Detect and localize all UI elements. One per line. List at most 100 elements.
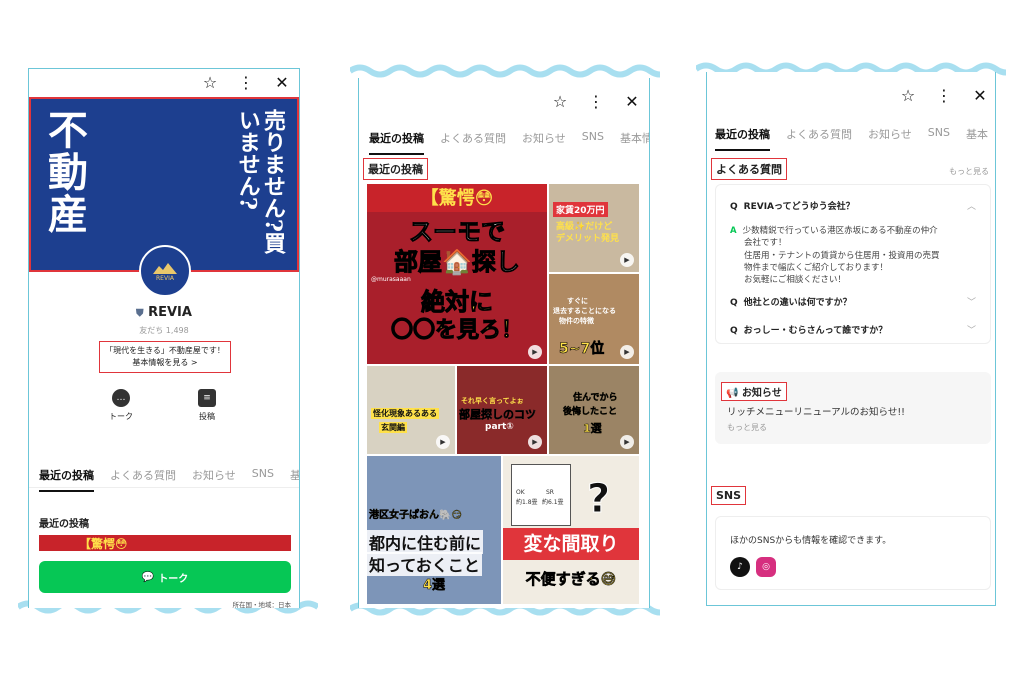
answer-line: お気軽にご相談ください！ bbox=[744, 275, 846, 286]
tile-caption: 怪化現象あるある bbox=[371, 408, 439, 419]
plan-label: OK bbox=[516, 489, 525, 496]
post-tile[interactable]: 家賃20万円 高級✨だけど デメリット発見 ▶ bbox=[549, 184, 639, 272]
post-thumbnail-preview[interactable]: 【驚愕😳 bbox=[39, 535, 291, 551]
news-item[interactable]: リッチメニューリニューアルのお知らせ!! bbox=[727, 404, 905, 418]
talk-button-label: トーク bbox=[158, 573, 189, 585]
faq-question[interactable]: Q REVIAってどうゆう会社？ bbox=[730, 199, 855, 212]
post-tile[interactable]: 怪化現象あるある 玄関編 ▶ bbox=[367, 366, 455, 454]
faq-more-link[interactable]: もっと見る bbox=[949, 166, 989, 177]
phone-profile: ☆ ⋮ ✕ 不動産 売りません?買いません? REVIA ⛊ REVIA 友だち… bbox=[28, 68, 300, 608]
post-tile[interactable]: 港区女子ぱおん🐘😏 都内に住む前に 知っておくこと 4選 bbox=[367, 456, 501, 604]
chevron-up-icon[interactable]: ︿ bbox=[967, 199, 976, 212]
tiktok-icon[interactable]: ♪ bbox=[730, 557, 750, 577]
tab-faq[interactable]: よくある質問 bbox=[786, 126, 852, 142]
tab-basic[interactable]: 基本情 bbox=[290, 467, 299, 483]
tile-caption: すぐに bbox=[567, 297, 588, 305]
chevron-down-icon[interactable]: ﹀ bbox=[967, 295, 976, 308]
tab-faq[interactable]: よくある質問 bbox=[440, 130, 506, 146]
post-tile[interactable]: 住んでから 後悔したこと 1選 ▶ bbox=[549, 366, 639, 454]
tile-caption: 5~7位 bbox=[559, 341, 605, 358]
star-icon[interactable]: ☆ bbox=[201, 73, 219, 92]
profile-description[interactable]: 「現代を生きる」不動産屋です！ 基本情報を見る > bbox=[99, 341, 231, 373]
faq-card: Q REVIAってどうゆう会社？ ︿ A 少数精鋭で行っている港区赤坂にある不動産の… bbox=[715, 184, 991, 344]
news-card[interactable]: 📢 お知らせ リッチメニューリニューアルのお知らせ!! もっと見る bbox=[715, 372, 991, 444]
faq-question[interactable]: Q 他社との違いは何ですか？ bbox=[730, 295, 852, 308]
plan-label: 約6.1畳 bbox=[542, 499, 564, 506]
tile-caption: 退去することになる bbox=[553, 307, 616, 315]
building-logo-icon bbox=[153, 262, 177, 274]
tile-caption: 家賃20万円 bbox=[553, 202, 608, 217]
profile-name: ⛊ REVIA bbox=[29, 305, 299, 320]
tile-handle: @murasaaan bbox=[371, 276, 411, 283]
q-mark: Q bbox=[730, 202, 738, 212]
news-title-text: お知らせ bbox=[741, 388, 782, 399]
basic-info-link[interactable]: 基本情報を見る > bbox=[100, 357, 230, 369]
post-tile[interactable]: OK 約1.8畳 SR 約6.1畳 ? 変な間取り 不便すぎる😅 bbox=[503, 456, 639, 604]
star-icon[interactable]: ☆ bbox=[551, 92, 569, 111]
answer-line: 住居用・テナントの賃貸から住居用・投資用の売買 bbox=[744, 250, 940, 261]
top-actions: ☆ ⋮ ✕ bbox=[899, 86, 989, 105]
wave-top-2 bbox=[350, 64, 660, 78]
close-icon[interactable]: ✕ bbox=[273, 73, 291, 92]
tile-caption: ? bbox=[586, 476, 611, 523]
tab-news[interactable]: お知らせ bbox=[522, 130, 566, 146]
tile-caption: デメリット発見 bbox=[556, 234, 620, 244]
answer-line: 少数精鋭で行っている港区赤坂にある不動産の仲介 bbox=[742, 226, 938, 236]
sns-card: ほかのSNSからも情報を確認できます。 ♪ ◎ bbox=[715, 516, 991, 590]
tab-basic[interactable]: 基本情 bbox=[620, 130, 649, 146]
tab-recent[interactable]: 最近の投稿 bbox=[369, 130, 424, 155]
tab-basic[interactable]: 基本 bbox=[966, 126, 988, 142]
more-icon[interactable]: ⋮ bbox=[587, 92, 605, 111]
section-title: 最近の投稿 bbox=[363, 158, 428, 180]
profile-name-text: REVIA bbox=[148, 305, 192, 320]
close-icon[interactable]: ✕ bbox=[623, 92, 641, 111]
tile-caption: それ早く言ってよぉ bbox=[461, 397, 524, 405]
faq-answer: A 少数精鋭で行っている港区赤坂にある不動産の仲介 会社です！ 住居用・テナントの… bbox=[730, 225, 970, 287]
tab-bar: 最近の投稿 よくある質問 お知らせ SNS 基本情 bbox=[39, 467, 299, 492]
shield-icon: ⛊ bbox=[136, 308, 144, 319]
banner-right-text: 売りません?買いません? bbox=[234, 109, 286, 254]
floor-plan: OK 約1.8畳 SR 約6.1畳 bbox=[511, 464, 571, 526]
more-icon[interactable]: ⋮ bbox=[935, 86, 953, 105]
avatar[interactable]: REVIA bbox=[139, 245, 191, 297]
faq-title: よくある質問 bbox=[711, 158, 787, 180]
tab-recent[interactable]: 最近の投稿 bbox=[715, 126, 770, 151]
tile-caption: 〇〇を見ろ！ bbox=[390, 318, 523, 344]
close-icon[interactable]: ✕ bbox=[971, 86, 989, 105]
post-tile[interactable]: すぐに 退去することになる 物件の特徴 5~7位 ▶ bbox=[549, 274, 639, 364]
tile-caption: part① bbox=[485, 422, 514, 432]
top-actions: ☆ ⋮ ✕ bbox=[201, 73, 291, 92]
footer-region: 所在国・地域：日本 bbox=[232, 601, 292, 608]
tab-news[interactable]: お知らせ bbox=[192, 467, 236, 483]
tile-caption: 物件の特徴 bbox=[559, 317, 594, 325]
tile-caption: 後悔したこと bbox=[563, 407, 618, 417]
tab-sns[interactable]: SNS bbox=[252, 467, 274, 483]
tab-faq[interactable]: よくある質問 bbox=[110, 467, 176, 483]
action-post[interactable]: ≡ 投稿 bbox=[187, 389, 227, 422]
tab-sns[interactable]: SNS bbox=[582, 130, 604, 146]
tile-caption: 部屋探しのコツ bbox=[459, 408, 537, 422]
tab-sns[interactable]: SNS bbox=[928, 126, 950, 142]
faq-question[interactable]: Q おっしー・むらさんって誰ですか？ bbox=[730, 323, 887, 336]
play-icon: ▶ bbox=[620, 435, 634, 449]
more-icon[interactable]: ⋮ bbox=[237, 73, 255, 92]
tile-caption: 不便すぎる😅 bbox=[525, 570, 617, 589]
logo-text: REVIA bbox=[156, 274, 174, 282]
phone-recent-posts: ☆ ⋮ ✕ 最近の投稿 よくある質問 お知らせ SNS 基本情 最近の投稿 【驚… bbox=[358, 78, 650, 608]
chat-bubble-icon: 💬 bbox=[141, 571, 155, 583]
news-title: 📢 お知らせ bbox=[721, 382, 787, 401]
a-mark: A bbox=[730, 226, 737, 236]
tab-news[interactable]: お知らせ bbox=[868, 126, 912, 142]
tab-recent[interactable]: 最近の投稿 bbox=[39, 467, 94, 492]
star-icon[interactable]: ☆ bbox=[899, 86, 917, 105]
chevron-down-icon[interactable]: ﹀ bbox=[967, 323, 976, 336]
talk-button[interactable]: 💬 トーク bbox=[39, 561, 291, 593]
play-icon: ▶ bbox=[620, 345, 634, 359]
action-talk[interactable]: … トーク bbox=[101, 389, 141, 422]
instagram-icon[interactable]: ◎ bbox=[756, 557, 776, 577]
post-tile[interactable]: それ早く言ってよぉ 部屋探しのコツ part① ▶ bbox=[457, 366, 547, 454]
phone-faq: ☆ ⋮ ✕ 最近の投稿 よくある質問 お知らせ SNS 基本 よくある質問 もっ… bbox=[706, 72, 996, 606]
news-more-link[interactable]: もっと見る bbox=[727, 422, 767, 433]
post-tile[interactable]: 【驚愕😳 スーモで 部屋🏠探し 絶対に 〇〇を見ろ！ @murasaaan ▶ bbox=[367, 184, 547, 364]
post-icon: ≡ bbox=[198, 389, 216, 407]
